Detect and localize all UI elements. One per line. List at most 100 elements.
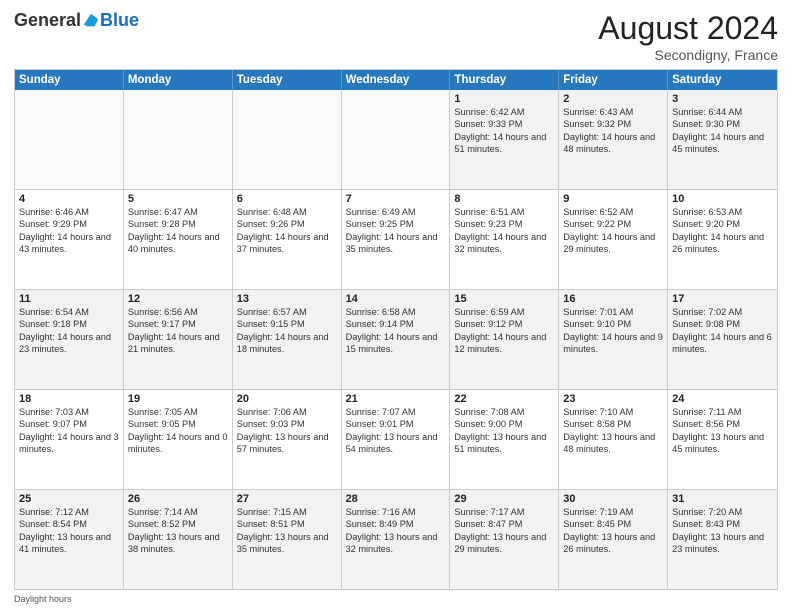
footer-label: Daylight hours xyxy=(14,594,72,604)
daylight-text: Daylight: 14 hours and 21 minutes. xyxy=(128,331,228,356)
day-number: 4 xyxy=(19,193,119,205)
calendar-cell: 18Sunrise: 7:03 AMSunset: 9:07 PMDayligh… xyxy=(15,390,124,489)
calendar-cell: 21Sunrise: 7:07 AMSunset: 9:01 PMDayligh… xyxy=(342,390,451,489)
page: General Blue August 2024 Secondigny, Fra… xyxy=(0,0,792,612)
day-number: 26 xyxy=(128,493,228,505)
sunrise-text: Sunrise: 6:44 AM xyxy=(672,106,773,118)
calendar-cell: 5Sunrise: 6:47 AMSunset: 9:28 PMDaylight… xyxy=(124,190,233,289)
day-of-week-wednesday: Wednesday xyxy=(342,70,451,90)
daylight-text: Daylight: 14 hours and 43 minutes. xyxy=(19,231,119,256)
sunset-text: Sunset: 9:05 PM xyxy=(128,418,228,430)
day-number: 22 xyxy=(454,393,554,405)
sunset-text: Sunset: 9:32 PM xyxy=(563,118,663,130)
calendar-cell: 6Sunrise: 6:48 AMSunset: 9:26 PMDaylight… xyxy=(233,190,342,289)
calendar-cell: 26Sunrise: 7:14 AMSunset: 8:52 PMDayligh… xyxy=(124,490,233,589)
calendar-cell: 31Sunrise: 7:20 AMSunset: 8:43 PMDayligh… xyxy=(668,490,777,589)
sunrise-text: Sunrise: 6:59 AM xyxy=(454,306,554,318)
sunrise-text: Sunrise: 6:52 AM xyxy=(563,206,663,218)
daylight-text: Daylight: 13 hours and 29 minutes. xyxy=(454,531,554,556)
calendar-cell: 14Sunrise: 6:58 AMSunset: 9:14 PMDayligh… xyxy=(342,290,451,389)
day-number: 2 xyxy=(563,93,663,105)
calendar-cell: 13Sunrise: 6:57 AMSunset: 9:15 PMDayligh… xyxy=(233,290,342,389)
calendar-cell: 25Sunrise: 7:12 AMSunset: 8:54 PMDayligh… xyxy=(15,490,124,589)
daylight-text: Daylight: 14 hours and 26 minutes. xyxy=(672,231,773,256)
sunrise-text: Sunrise: 6:53 AM xyxy=(672,206,773,218)
sunrise-text: Sunrise: 7:15 AM xyxy=(237,506,337,518)
sunset-text: Sunset: 9:15 PM xyxy=(237,318,337,330)
day-of-week-saturday: Saturday xyxy=(668,70,777,90)
title-block: August 2024 Secondigny, France xyxy=(598,10,778,63)
calendar-cell: 17Sunrise: 7:02 AMSunset: 9:08 PMDayligh… xyxy=(668,290,777,389)
sunrise-text: Sunrise: 6:43 AM xyxy=(563,106,663,118)
daylight-text: Daylight: 14 hours and 18 minutes. xyxy=(237,331,337,356)
sunrise-text: Sunrise: 6:48 AM xyxy=(237,206,337,218)
day-number: 16 xyxy=(563,293,663,305)
day-number: 28 xyxy=(346,493,446,505)
sunset-text: Sunset: 8:45 PM xyxy=(563,518,663,530)
sunrise-text: Sunrise: 7:01 AM xyxy=(563,306,663,318)
day-number: 8 xyxy=(454,193,554,205)
day-number: 17 xyxy=(672,293,773,305)
daylight-text: Daylight: 14 hours and 23 minutes. xyxy=(19,331,119,356)
daylight-text: Daylight: 14 hours and 0 minutes. xyxy=(128,431,228,456)
sunset-text: Sunset: 9:18 PM xyxy=(19,318,119,330)
day-number: 21 xyxy=(346,393,446,405)
calendar-cell: 16Sunrise: 7:01 AMSunset: 9:10 PMDayligh… xyxy=(559,290,668,389)
calendar-cell: 3Sunrise: 6:44 AMSunset: 9:30 PMDaylight… xyxy=(668,90,777,189)
sunset-text: Sunset: 8:52 PM xyxy=(128,518,228,530)
calendar-row: 18Sunrise: 7:03 AMSunset: 9:07 PMDayligh… xyxy=(15,389,777,489)
sunset-text: Sunset: 9:08 PM xyxy=(672,318,773,330)
sunrise-text: Sunrise: 7:07 AM xyxy=(346,406,446,418)
day-number: 23 xyxy=(563,393,663,405)
sunrise-text: Sunrise: 6:54 AM xyxy=(19,306,119,318)
day-of-week-thursday: Thursday xyxy=(450,70,559,90)
sunrise-text: Sunrise: 7:19 AM xyxy=(563,506,663,518)
calendar-cell: 7Sunrise: 6:49 AMSunset: 9:25 PMDaylight… xyxy=(342,190,451,289)
sunset-text: Sunset: 9:12 PM xyxy=(454,318,554,330)
subtitle: Secondigny, France xyxy=(598,47,778,63)
day-number: 27 xyxy=(237,493,337,505)
calendar-cell: 11Sunrise: 6:54 AMSunset: 9:18 PMDayligh… xyxy=(15,290,124,389)
calendar-cell: 2Sunrise: 6:43 AMSunset: 9:32 PMDaylight… xyxy=(559,90,668,189)
daylight-text: Daylight: 13 hours and 26 minutes. xyxy=(563,531,663,556)
daylight-text: Daylight: 14 hours and 9 minutes. xyxy=(563,331,663,356)
daylight-text: Daylight: 13 hours and 35 minutes. xyxy=(237,531,337,556)
calendar-cell: 22Sunrise: 7:08 AMSunset: 9:00 PMDayligh… xyxy=(450,390,559,489)
sunset-text: Sunset: 9:25 PM xyxy=(346,218,446,230)
day-number: 20 xyxy=(237,393,337,405)
sunrise-text: Sunrise: 7:20 AM xyxy=(672,506,773,518)
daylight-text: Daylight: 13 hours and 51 minutes. xyxy=(454,431,554,456)
calendar-cell: 9Sunrise: 6:52 AMSunset: 9:22 PMDaylight… xyxy=(559,190,668,289)
calendar-cell xyxy=(233,90,342,189)
day-number: 10 xyxy=(672,193,773,205)
calendar-cell: 12Sunrise: 6:56 AMSunset: 9:17 PMDayligh… xyxy=(124,290,233,389)
calendar-header: SundayMondayTuesdayWednesdayThursdayFrid… xyxy=(15,70,777,90)
day-number: 31 xyxy=(672,493,773,505)
sunrise-text: Sunrise: 6:46 AM xyxy=(19,206,119,218)
calendar-cell: 30Sunrise: 7:19 AMSunset: 8:45 PMDayligh… xyxy=(559,490,668,589)
day-number: 3 xyxy=(672,93,773,105)
daylight-text: Daylight: 13 hours and 38 minutes. xyxy=(128,531,228,556)
sunrise-text: Sunrise: 7:02 AM xyxy=(672,306,773,318)
sunset-text: Sunset: 9:07 PM xyxy=(19,418,119,430)
header: General Blue August 2024 Secondigny, Fra… xyxy=(14,10,778,63)
calendar-cell: 28Sunrise: 7:16 AMSunset: 8:49 PMDayligh… xyxy=(342,490,451,589)
calendar-cell: 20Sunrise: 7:06 AMSunset: 9:03 PMDayligh… xyxy=(233,390,342,489)
sunset-text: Sunset: 9:23 PM xyxy=(454,218,554,230)
day-number: 13 xyxy=(237,293,337,305)
day-number: 11 xyxy=(19,293,119,305)
day-number: 25 xyxy=(19,493,119,505)
daylight-text: Daylight: 14 hours and 37 minutes. xyxy=(237,231,337,256)
calendar: SundayMondayTuesdayWednesdayThursdayFrid… xyxy=(14,69,778,590)
day-number: 7 xyxy=(346,193,446,205)
sunset-text: Sunset: 9:01 PM xyxy=(346,418,446,430)
day-number: 29 xyxy=(454,493,554,505)
sunrise-text: Sunrise: 7:06 AM xyxy=(237,406,337,418)
daylight-text: Daylight: 13 hours and 23 minutes. xyxy=(672,531,773,556)
day-number: 5 xyxy=(128,193,228,205)
daylight-text: Daylight: 14 hours and 48 minutes. xyxy=(563,131,663,156)
sunset-text: Sunset: 9:17 PM xyxy=(128,318,228,330)
calendar-cell: 24Sunrise: 7:11 AMSunset: 8:56 PMDayligh… xyxy=(668,390,777,489)
sunset-text: Sunset: 8:56 PM xyxy=(672,418,773,430)
sunset-text: Sunset: 9:30 PM xyxy=(672,118,773,130)
